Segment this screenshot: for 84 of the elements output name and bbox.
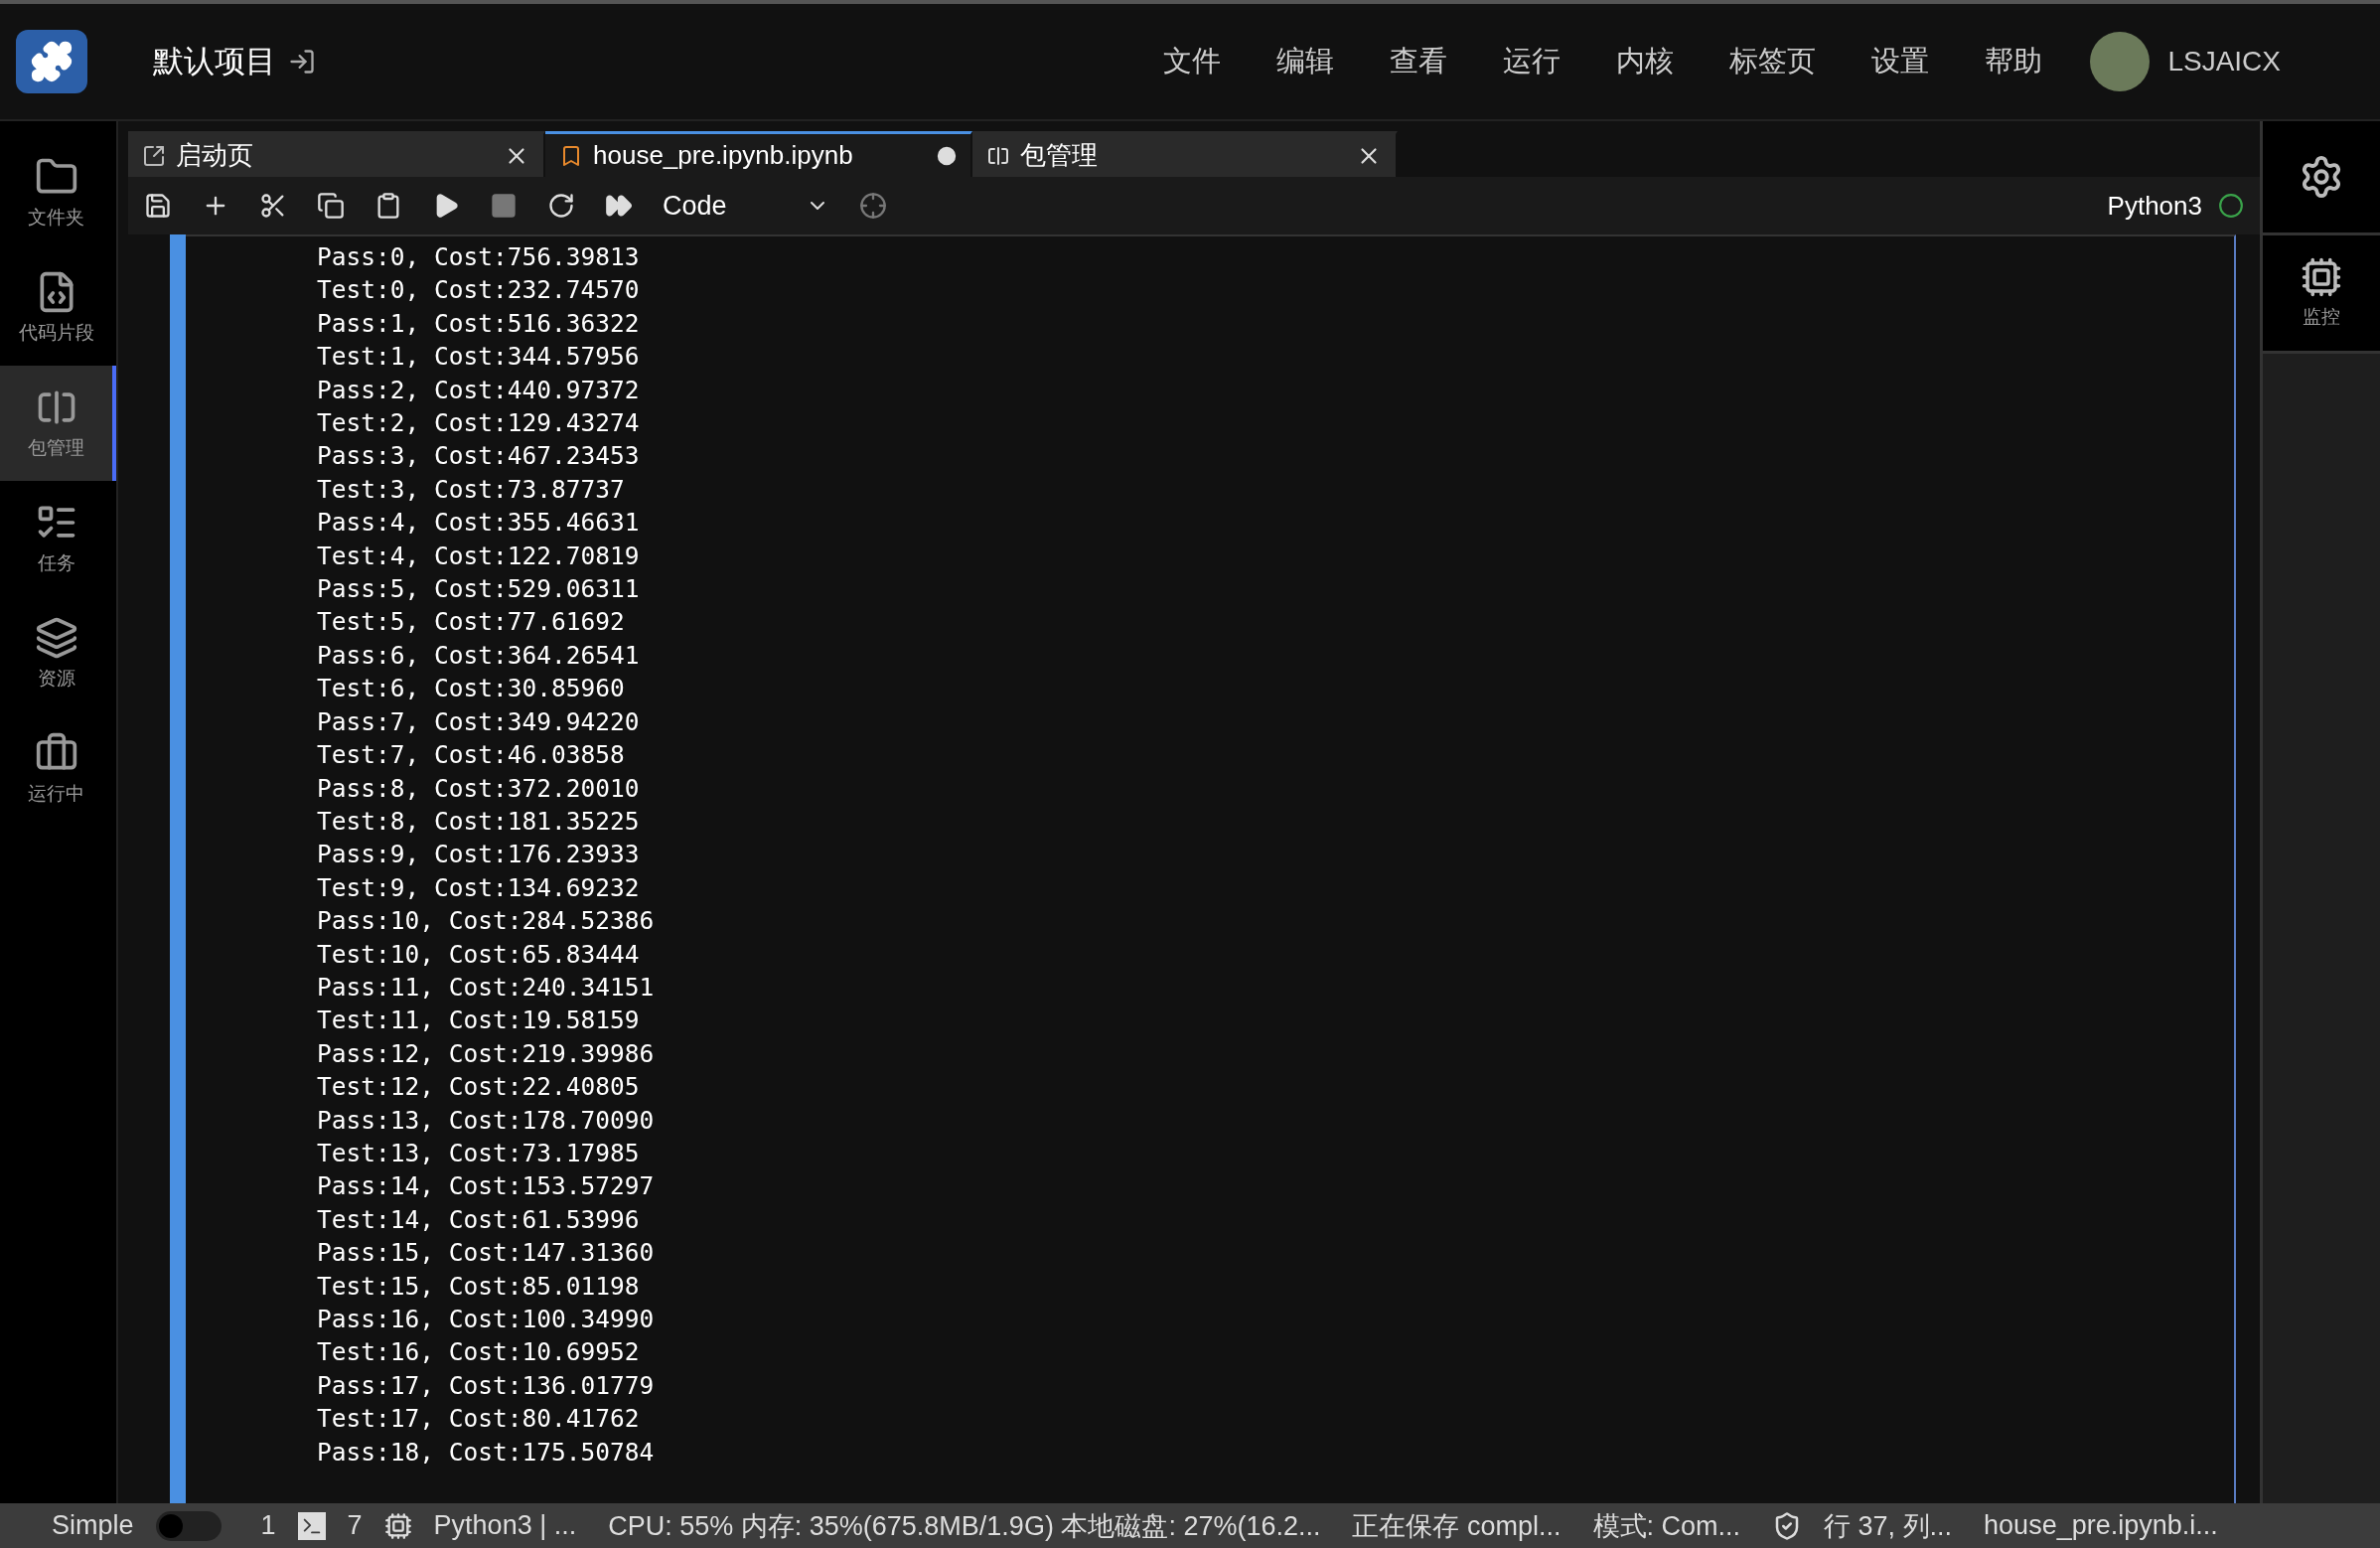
- resource-usage: CPU: 55% 内存: 35%(675.8MB/1.9G) 本地磁盘: 27%(16.2...: [608, 1509, 1321, 1543]
- chip-icon[interactable]: [2301, 256, 2342, 298]
- exit-icon[interactable]: [288, 48, 316, 76]
- editor-mode: 模式: Com...: [1592, 1509, 1741, 1543]
- unsaved-dot-icon: [937, 145, 957, 166]
- output-line: Test:4, Cost:122.70819: [317, 540, 641, 572]
- crosshair-icon[interactable]: [859, 192, 887, 220]
- kernel-name[interactable]: Python3: [2107, 190, 2202, 222]
- output-line: Pass:1, Cost:516.36322: [317, 307, 641, 340]
- menu-item[interactable]: 文件: [1163, 42, 1222, 81]
- output-line: Pass:2, Cost:440.97372: [317, 374, 641, 406]
- output-line: Test:3, Cost:73.87737: [317, 473, 626, 506]
- file-name: house_pre.ipynb.i...: [1984, 1510, 2218, 1541]
- output-line: Pass:7, Cost:349.94220: [317, 705, 641, 738]
- terminal-icon[interactable]: [297, 1511, 326, 1540]
- menu-item[interactable]: 标签页: [1729, 42, 1817, 81]
- output-line: Pass:10, Cost:284.52386: [317, 905, 656, 938]
- mode-label: Simple: [52, 1510, 134, 1541]
- output-line: Test:16, Cost:10.69952: [317, 1336, 641, 1369]
- sidebar-item[interactable]: 包管理: [0, 366, 116, 481]
- output-line: Test:1, Cost:344.57956: [317, 341, 641, 374]
- sidebar-item[interactable]: 代码片段: [0, 250, 116, 366]
- output-line: Pass:17, Cost:136.01779: [317, 1369, 656, 1402]
- output-line: Test:5, Cost:77.61692: [317, 606, 626, 639]
- menu-item[interactable]: 运行: [1503, 42, 1562, 81]
- save-icon[interactable]: [144, 192, 172, 220]
- output-line: Pass:3, Cost:467.23453: [317, 440, 641, 473]
- output-line: Pass:9, Cost:176.23933: [317, 839, 641, 871]
- output-line: Test:14, Cost:61.53996: [317, 1203, 641, 1236]
- output-line: Pass:12, Cost:219.39986: [317, 1037, 656, 1070]
- kernel-status-icon: [2218, 193, 2244, 219]
- output-line: Pass:16, Cost:100.34990: [317, 1304, 656, 1335]
- output-line: Pass:4, Cost:355.46631: [317, 507, 641, 540]
- tab[interactable]: 包管理: [972, 131, 1398, 177]
- app-logo[interactable]: [16, 30, 87, 93]
- sidebar-item[interactable]: 运行中: [0, 711, 116, 827]
- output-line: Test:7, Cost:46.03858: [317, 739, 626, 772]
- kernel-status[interactable]: Python3 | ...: [433, 1510, 577, 1541]
- simple-mode-toggle[interactable]: [155, 1510, 222, 1541]
- output-line: Pass:5, Cost:529.06311: [317, 573, 641, 606]
- menu-item[interactable]: 内核: [1616, 42, 1675, 81]
- output-line: Pass:14, Cost:153.57297: [317, 1170, 656, 1203]
- user-name: LSJAICX: [2167, 46, 2281, 77]
- run-all-icon[interactable]: [605, 192, 633, 220]
- output-line: Test:15, Cost:85.01198: [317, 1270, 641, 1303]
- chip-icon[interactable]: [383, 1511, 412, 1540]
- output-line: Pass:13, Cost:178.70090: [317, 1104, 656, 1137]
- output-line: Test:12, Cost:22.40805: [317, 1071, 641, 1104]
- output-line: Pass:18, Cost:175.50784: [317, 1436, 656, 1469]
- terminal-count: 1: [260, 1510, 276, 1541]
- output-line: Test:17, Cost:80.41762: [317, 1403, 641, 1436]
- output-line: Test:13, Cost:73.17985: [317, 1137, 641, 1169]
- output-line: Test:6, Cost:30.85960: [317, 673, 626, 705]
- external-link-icon: [142, 143, 166, 168]
- output-line: Pass:15, Cost:147.31360: [317, 1237, 656, 1270]
- save-status: 正在保存 compl...: [1352, 1509, 1562, 1543]
- output-line: Test:0, Cost:232.74570: [317, 274, 641, 307]
- tab[interactable]: 启动页: [128, 131, 545, 177]
- output-line: Test:10, Cost:65.83444: [317, 938, 641, 971]
- output-line: Pass:8, Cost:372.20010: [317, 772, 641, 805]
- menu-item[interactable]: 查看: [1390, 42, 1448, 81]
- sidebar-item[interactable]: 资源: [0, 596, 116, 711]
- output-line: Test:8, Cost:181.35225: [317, 805, 641, 838]
- copy-icon[interactable]: [317, 192, 345, 220]
- tab[interactable]: house_pre.ipynb.ipynb: [545, 131, 972, 177]
- sidebar-item[interactable]: 任务: [0, 481, 116, 596]
- stop-icon[interactable]: [490, 192, 518, 220]
- output-line: Test:11, Cost:19.58159: [317, 1005, 641, 1037]
- output-line: Test:2, Cost:129.43274: [317, 407, 641, 440]
- output-line: Test:9, Cost:134.69232: [317, 871, 641, 904]
- project-name: 默认项目: [153, 43, 276, 80]
- output-line: Pass:6, Cost:364.26541: [317, 639, 641, 672]
- menu-item[interactable]: 设置: [1871, 42, 1930, 81]
- output-line: Pass:0, Cost:756.39813: [317, 241, 641, 273]
- monitor-label: 监控: [2303, 305, 2340, 329]
- output-line: Pass:11, Cost:240.34151: [317, 971, 656, 1004]
- cursor-position: 行 37, 列...: [1824, 1509, 1953, 1543]
- kernel-count: 7: [347, 1510, 363, 1541]
- menu-item[interactable]: 帮助: [1985, 42, 2043, 81]
- menu-item[interactable]: 编辑: [1276, 42, 1335, 81]
- restart-icon[interactable]: [547, 192, 575, 220]
- cell-type-select[interactable]: Code: [663, 190, 829, 222]
- layers-icon: [34, 616, 78, 660]
- sidebar-item[interactable]: 文件夹: [0, 135, 116, 250]
